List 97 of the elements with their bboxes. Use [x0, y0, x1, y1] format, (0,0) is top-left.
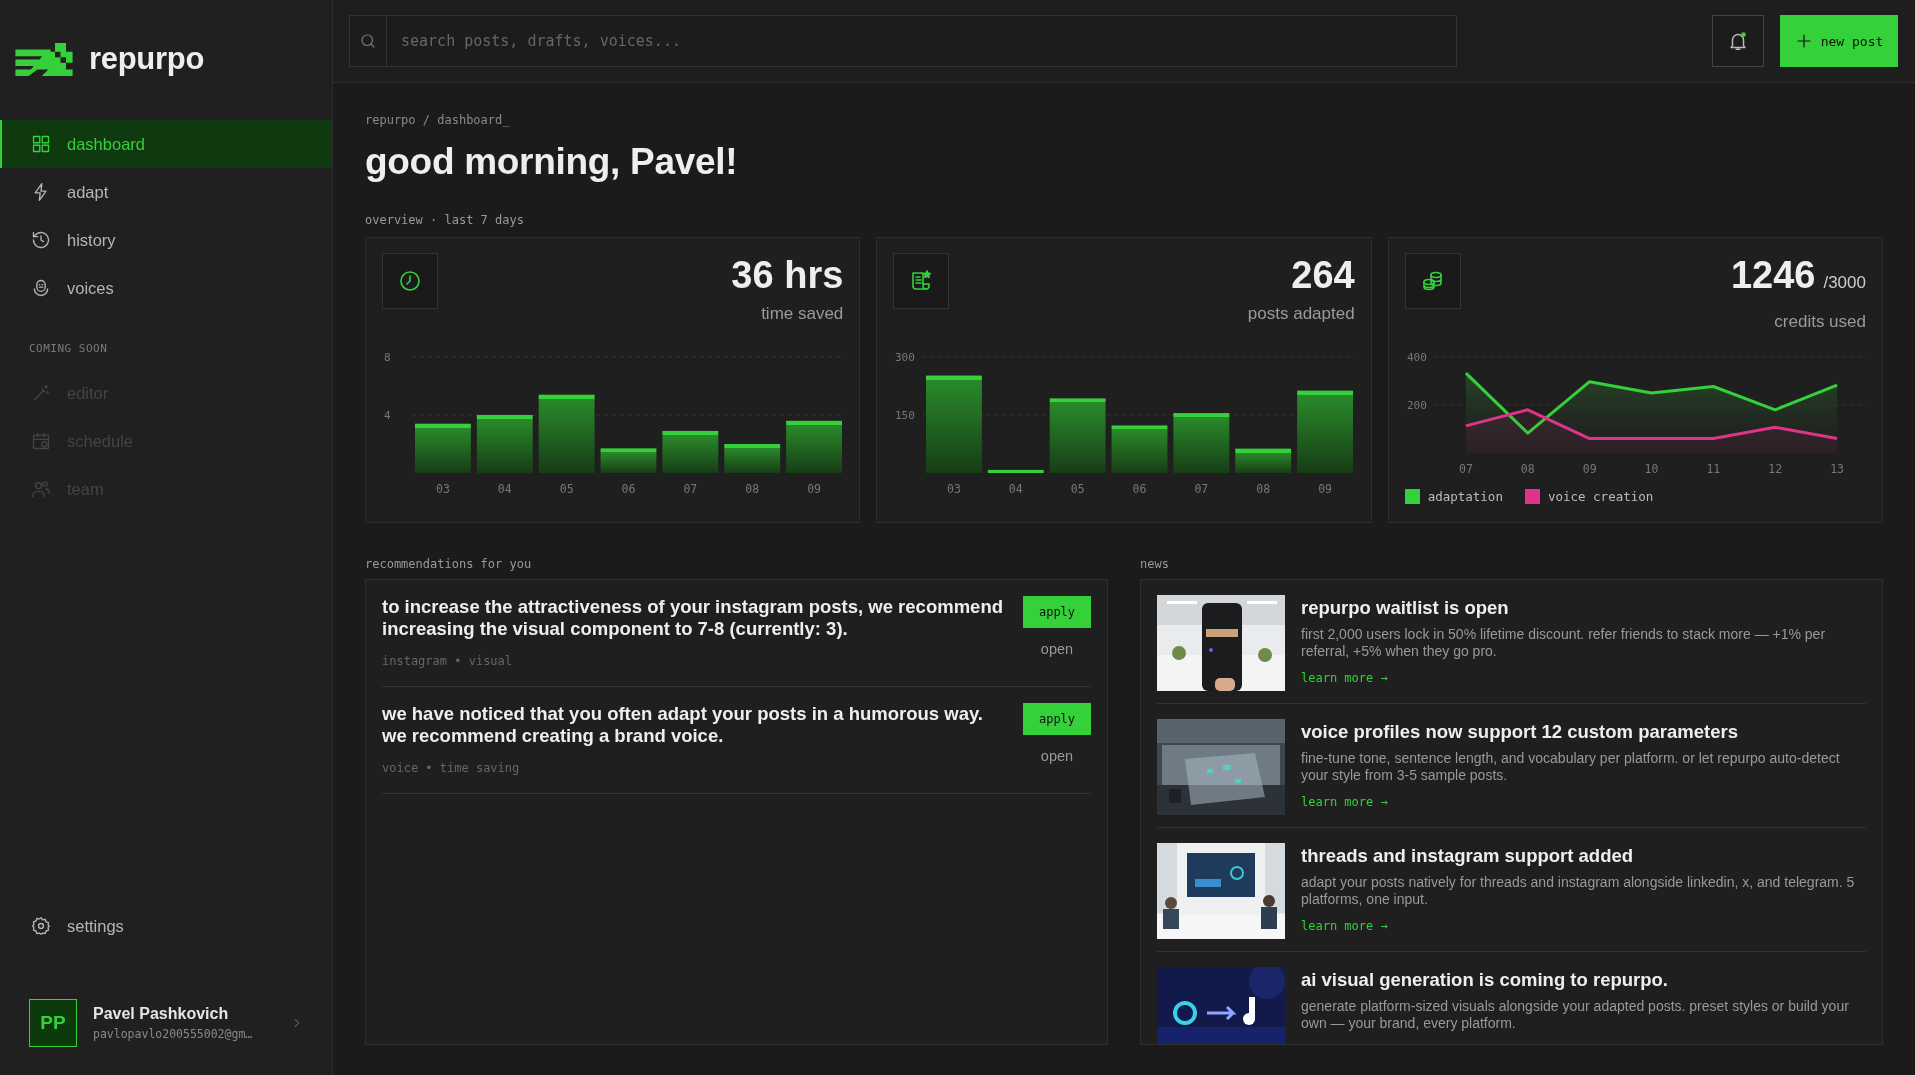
breadcrumb: repurpo / dashboard_: [365, 113, 511, 127]
magic-wand-icon: [31, 383, 51, 403]
axis-label: 08: [1520, 462, 1535, 476]
axis-label: 400: [1406, 351, 1427, 364]
chart-bar: [600, 448, 657, 473]
chart-bar: [1173, 413, 1230, 473]
axis-label: 12: [1767, 462, 1782, 476]
nav-item[interactable]: adapt: [0, 168, 332, 216]
open-link[interactable]: open: [1036, 637, 1078, 661]
axis-label: 8: [384, 351, 391, 364]
settings-icon: [31, 916, 51, 936]
axis-label: 05: [1071, 482, 1085, 496]
news-body: generate platform-sized visuals alongside your adapted posts. preset styles or build your own — your brand, every platform.: [1301, 998, 1850, 1032]
chart-bar: [724, 444, 781, 473]
recommendation-tags: instagram • visual: [382, 654, 1003, 668]
stat-value: 1246: [1730, 254, 1816, 296]
axis-label: 06: [621, 482, 636, 496]
axis-label: 05: [559, 482, 574, 496]
axis-label: 03: [436, 482, 450, 496]
bell-icon: [1727, 30, 1749, 52]
page-title: good morning, Pavel!: [365, 141, 739, 183]
section-label: news: [1140, 557, 1170, 571]
axis-label: 09: [807, 482, 821, 496]
chart-bar: [415, 423, 471, 473]
notifications-button[interactable]: [1712, 15, 1764, 67]
learn-more-link[interactable]: learn more →: [1301, 795, 1388, 809]
axis-label: 07: [1458, 462, 1473, 476]
learn-more-link[interactable]: learn more →: [1301, 919, 1388, 933]
brand-name: repurpo: [89, 41, 204, 77]
microphone-icon: [31, 278, 51, 298]
axis-label: 08: [1256, 482, 1271, 496]
chart-bar: [476, 415, 533, 473]
nav-item[interactable]: voices: [0, 264, 332, 312]
news-body: fine-tune tone, sentence length, and vocabulary per platform. or let repurpo auto-detect your style from 3-5 sample posts.: [1301, 750, 1841, 784]
open-link[interactable]: open: [1036, 744, 1078, 768]
news-title: threads and instagram support added: [1301, 845, 1635, 867]
stat-total: /3000: [1823, 273, 1866, 292]
chart-bar: [1235, 448, 1292, 473]
axis-label: 07: [1194, 482, 1209, 496]
axis-label: 13: [1829, 462, 1844, 476]
chart-bar: [1111, 425, 1168, 473]
nav-item[interactable]: settings: [0, 902, 332, 950]
news-body: adapt your posts natively for threads and instagram alongside linkedin, x, and telegram. 5 platforms, one input.: [1301, 874, 1856, 908]
search-input[interactable]: search posts, drafts, voices...: [387, 31, 1456, 51]
clock-icon: [398, 269, 422, 293]
document-star-icon: [909, 269, 934, 293]
axis-label: 04: [1009, 482, 1024, 496]
news-title: ai visual generation is coming to repurpo.: [1301, 969, 1669, 991]
stat-label: credits used: [1773, 312, 1866, 332]
apply-button[interactable]: apply: [1023, 596, 1091, 628]
nav-item[interactable]: history: [0, 216, 332, 264]
axis-label: 11: [1706, 462, 1720, 476]
axis-label: 04: [497, 482, 512, 496]
axis-label: 150: [895, 409, 916, 422]
news-body: first 2,000 users lock in 50% lifetime discount. refer friends to stack more — +1% per referral, +5% when they go pro.: [1301, 626, 1827, 660]
chart-bar: [662, 430, 719, 473]
user-name: Pavel Pashkovich: [93, 1005, 230, 1023]
grid-icon: [31, 134, 51, 154]
section-label: recommendations for you: [365, 557, 533, 571]
coins-icon: [1420, 269, 1445, 293]
legend-label: adaptation: [1427, 489, 1503, 504]
axis-label: 07: [683, 482, 698, 496]
section-label: COMING SOON: [28, 341, 109, 357]
calendar-icon: [31, 431, 51, 451]
avatar: PP: [29, 999, 77, 1047]
news-title: voice profiles now support 12 custom parameters: [1301, 721, 1739, 743]
recommendation-tags: voice • time saving: [382, 761, 1003, 775]
axis-label: 08: [745, 482, 760, 496]
user-email: pavlopavlo200555002@gm…: [93, 1027, 253, 1041]
learn-more-link[interactable]: learn more →: [1301, 671, 1388, 685]
axis-label: 09: [1318, 482, 1333, 496]
stat-label: posts adapted: [1247, 304, 1355, 324]
nav-item[interactable]: dashboard: [0, 120, 332, 168]
new-post-button[interactable]: new post: [1780, 15, 1898, 67]
axis-label: 06: [1132, 482, 1147, 496]
axis-label: 03: [947, 482, 962, 496]
apply-button[interactable]: apply: [1023, 703, 1091, 735]
search-icon: [359, 32, 377, 50]
axis-label: 300: [895, 351, 916, 364]
chart-bar: [786, 420, 842, 473]
legend-label: voice creation: [1547, 489, 1654, 504]
section-label: overview · last 7 days: [365, 213, 525, 227]
stat-label: time saved: [760, 304, 844, 324]
recommendation-text: to increase the attractiveness of your instagram posts, we recommend increasing the visual component to 7-8 (currently: 3).: [382, 596, 1003, 640]
axis-label: 200: [1406, 399, 1427, 412]
chart-bar: [988, 469, 1045, 473]
people-icon: [31, 479, 51, 499]
stat-value: 264: [1291, 254, 1355, 296]
recommendation-text: we have noticed that you often adapt your posts in a humorous way. we recommend creating a brand voice.: [382, 703, 984, 747]
logo-icon: [13, 42, 75, 76]
news-title: repurpo waitlist is open: [1301, 597, 1510, 619]
history-icon: [31, 230, 51, 250]
search-field[interactable]: search posts, drafts, voices...: [349, 15, 1457, 67]
stat-value: 36 hrs: [731, 254, 844, 296]
axis-label: 4: [384, 409, 391, 422]
axis-label: 10: [1644, 462, 1659, 476]
axis-label: 09: [1582, 462, 1597, 476]
